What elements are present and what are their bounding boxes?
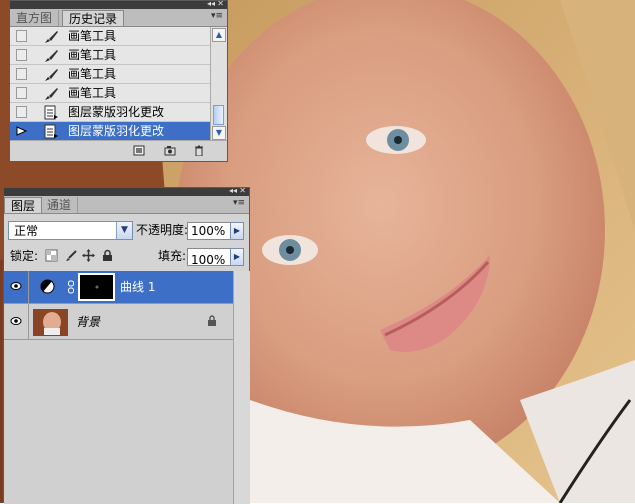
opacity-slider-arrow-icon[interactable]: ▶ — [230, 222, 244, 240]
lock-fill-row: 锁定: 填充: 100% ▶ — [4, 246, 249, 270]
scroll-up-icon[interactable]: ▲ — [212, 28, 226, 42]
snapshot-source-checkbox[interactable] — [16, 106, 27, 118]
tab-history[interactable]: 历史记录 — [62, 10, 125, 26]
eye-icon — [10, 282, 22, 290]
history-item[interactable]: 图层蒙版羽化更改 — [10, 103, 211, 122]
chain-link-icon[interactable] — [67, 280, 75, 297]
collapse-icon[interactable]: ◂◂ — [229, 186, 237, 196]
history-item[interactable]: 画笔工具 — [10, 46, 211, 65]
history-item-label: 画笔工具 — [68, 29, 117, 43]
opacity-label: 不透明度: — [136, 223, 189, 237]
history-panel: ◂◂ ✕ 直方图 历史记录 ▾≡ 画笔工具 画笔工具 画笔工具 画笔工具 图层蒙… — [9, 0, 228, 162]
history-item-label: 画笔工具 — [68, 86, 117, 100]
document-icon — [43, 124, 59, 139]
layer-name[interactable]: 背景 — [76, 314, 100, 330]
lock-position-icon[interactable] — [82, 249, 95, 262]
history-item[interactable]: 画笔工具 — [10, 84, 211, 103]
history-item[interactable]: 画笔工具 — [10, 27, 211, 46]
layer-thumbnail[interactable] — [33, 309, 68, 336]
opacity-value: 100% — [191, 224, 226, 238]
history-item-selected[interactable]: 图层蒙版羽化更改 — [10, 122, 211, 141]
history-list: 画笔工具 画笔工具 画笔工具 画笔工具 图层蒙版羽化更改 图层蒙版羽化更改 — [10, 27, 211, 141]
lock-label: 锁定: — [10, 249, 39, 263]
snapshot-source-checkbox[interactable] — [16, 30, 27, 42]
layer-name[interactable]: 曲线 1 — [120, 279, 155, 295]
history-tab-row: 直方图 历史记录 ▾≡ — [10, 9, 227, 27]
tab-channels[interactable]: 通道 — [41, 197, 79, 213]
layers-list: 曲线 1 背景 — [4, 271, 233, 504]
layer-visibility-toggle[interactable] — [4, 271, 29, 303]
eye-icon — [10, 317, 22, 325]
history-item[interactable]: 画笔工具 — [10, 65, 211, 84]
layer-visibility-toggle[interactable] — [4, 304, 29, 339]
new-document-from-state-icon[interactable] — [133, 145, 145, 156]
snapshot-source-checkbox[interactable] — [16, 68, 27, 80]
brush-icon — [43, 86, 59, 101]
lock-icon — [207, 315, 217, 330]
layers-panel-titlebar[interactable]: ◂◂ ✕ — [4, 186, 249, 196]
camera-snapshot-icon[interactable] — [164, 145, 176, 156]
snapshot-source-checkbox[interactable] — [16, 87, 27, 99]
layers-panel: ◂◂ ✕ 图层 通道 ▾≡ 正常 ▼ 不透明度: 100% ▶ 锁定: 填充: — [3, 186, 250, 504]
fill-slider-arrow-icon[interactable]: ▶ — [230, 248, 244, 266]
close-panel-icon[interactable]: ✕ — [239, 186, 246, 196]
blend-opacity-row: 正常 ▼ 不透明度: 100% ▶ — [4, 219, 249, 243]
collapse-icon[interactable]: ◂◂ — [207, 0, 215, 9]
lock-all-icon[interactable] — [101, 249, 114, 262]
tab-histogram[interactable]: 直方图 — [10, 10, 60, 26]
history-item-label: 图层蒙版羽化更改 — [68, 124, 165, 138]
layers-tab-row: 图层 通道 ▾≡ — [4, 196, 249, 214]
curves-adjustment-icon — [40, 279, 55, 297]
fill-label: 填充: — [158, 249, 187, 263]
fill-input[interactable]: 100% — [187, 248, 234, 267]
snapshot-source-checkbox[interactable] — [16, 49, 27, 61]
close-panel-icon[interactable]: ✕ — [217, 0, 224, 9]
history-item-label: 画笔工具 — [68, 67, 117, 81]
layer-row-curves[interactable]: 曲线 1 — [4, 271, 233, 304]
panel-menu-icon[interactable]: ▾≡ — [211, 11, 223, 21]
lock-transparent-pixels-icon[interactable] — [45, 249, 58, 262]
history-state-pointer-icon[interactable] — [16, 125, 28, 137]
brush-icon — [43, 48, 59, 63]
history-item-label: 图层蒙版羽化更改 — [68, 105, 165, 119]
opacity-input[interactable]: 100% — [187, 222, 234, 240]
history-footer — [10, 140, 227, 161]
layers-scrollbar[interactable] — [233, 271, 250, 504]
tab-layers[interactable]: 图层 — [4, 197, 43, 213]
history-panel-titlebar[interactable]: ◂◂ ✕ — [10, 0, 227, 9]
document-icon — [43, 105, 59, 120]
lock-image-pixels-icon[interactable] — [64, 249, 77, 262]
layer-row-background[interactable]: 背景 — [4, 304, 233, 340]
scroll-down-icon[interactable]: ▼ — [212, 126, 226, 140]
blend-mode-value: 正常 — [14, 224, 39, 238]
trash-icon[interactable] — [193, 145, 205, 157]
scroll-thumb[interactable] — [213, 105, 224, 125]
blend-mode-select[interactable]: 正常 ▼ — [8, 221, 133, 240]
history-scrollbar[interactable]: ▲ ▼ — [210, 27, 227, 141]
fill-value: 100% — [191, 253, 226, 267]
brush-icon — [43, 29, 59, 44]
panel-menu-icon[interactable]: ▾≡ — [233, 198, 245, 208]
chevron-down-icon[interactable]: ▼ — [116, 222, 132, 239]
layer-mask-thumbnail[interactable] — [78, 273, 115, 301]
brush-icon — [43, 67, 59, 82]
history-item-label: 画笔工具 — [68, 48, 117, 62]
